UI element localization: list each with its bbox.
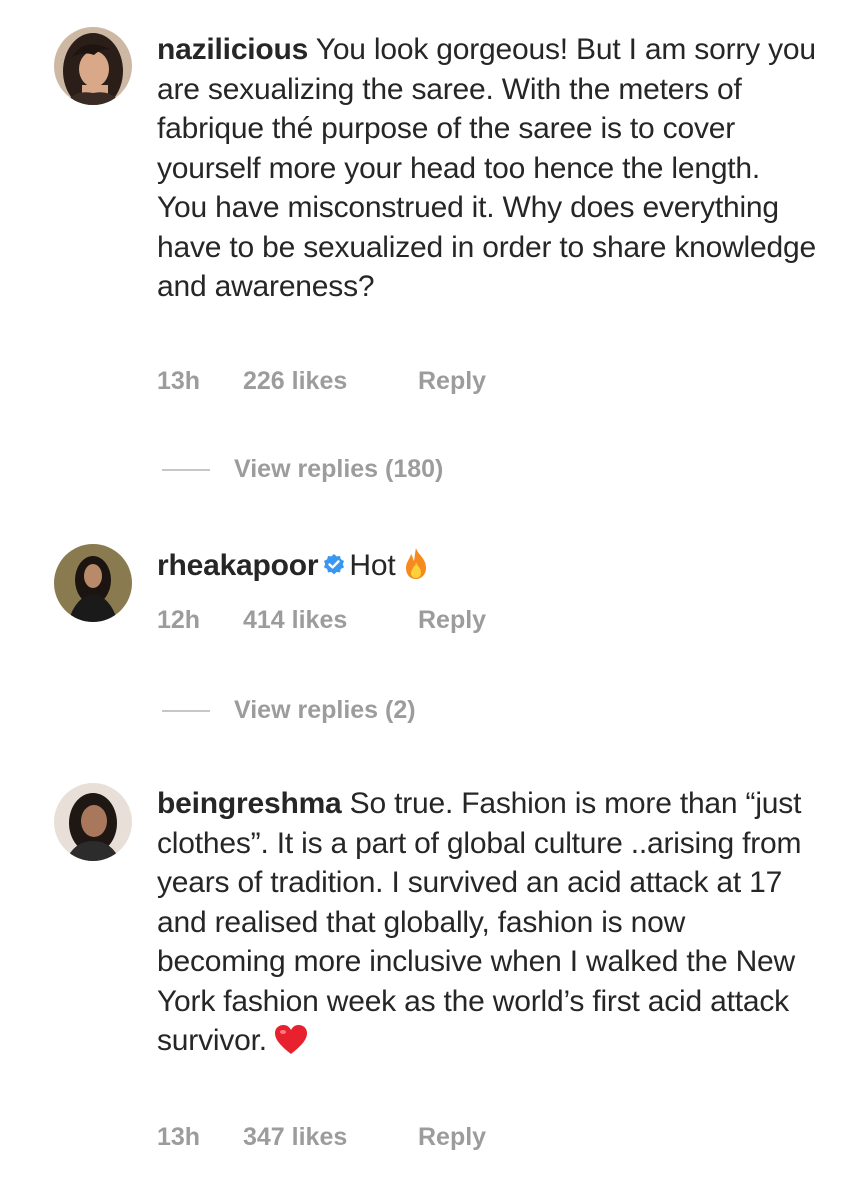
comment-text: nazilicious You look gorgeous! But I am … — [157, 30, 817, 307]
comment-body: So true. Fashion is more than “just clot… — [157, 787, 802, 1057]
reply-button[interactable]: Reply — [418, 1123, 486, 1152]
avatar[interactable] — [54, 783, 132, 861]
comment-username[interactable]: beingreshma — [157, 787, 342, 820]
fire-emoji-icon — [401, 546, 431, 591]
comment-username[interactable]: nazilicious — [157, 33, 308, 66]
comment-meta: 13h 226 likes Reply — [157, 367, 486, 396]
comment-body: You look gorgeous! But I am sorry you ar… — [157, 33, 816, 303]
reply-button[interactable]: Reply — [418, 367, 486, 396]
avatar[interactable] — [54, 544, 132, 622]
comment-username[interactable]: rheakapoor — [157, 549, 319, 582]
comment-likes[interactable]: 414 likes — [243, 606, 418, 635]
comment-text: beingreshma So true. Fashion is more tha… — [157, 784, 817, 1066]
view-replies-label: View replies (2) — [234, 696, 416, 724]
verified-badge-icon — [322, 548, 346, 588]
avatar[interactable] — [54, 27, 132, 105]
comment-time[interactable]: 13h — [157, 1123, 243, 1152]
divider-line — [162, 469, 210, 472]
red-heart-emoji-icon — [273, 1023, 309, 1066]
comment-time[interactable]: 12h — [157, 606, 243, 635]
view-replies-button[interactable]: View replies (180) — [162, 455, 443, 484]
view-replies-label: View replies (180) — [234, 455, 444, 483]
comment-likes[interactable]: 226 likes — [243, 367, 418, 396]
comment-time[interactable]: 13h — [157, 367, 243, 396]
divider-line — [162, 710, 210, 713]
reply-button[interactable]: Reply — [418, 606, 486, 635]
comment-body: Hot — [349, 549, 396, 582]
comment-likes[interactable]: 347 likes — [243, 1123, 418, 1152]
comment-meta: 13h 347 likes Reply — [157, 1123, 486, 1152]
view-replies-button[interactable]: View replies (2) — [162, 696, 416, 725]
comment-text: rheakapoor Hot — [157, 546, 817, 591]
comment-meta: 12h 414 likes Reply — [157, 606, 486, 635]
